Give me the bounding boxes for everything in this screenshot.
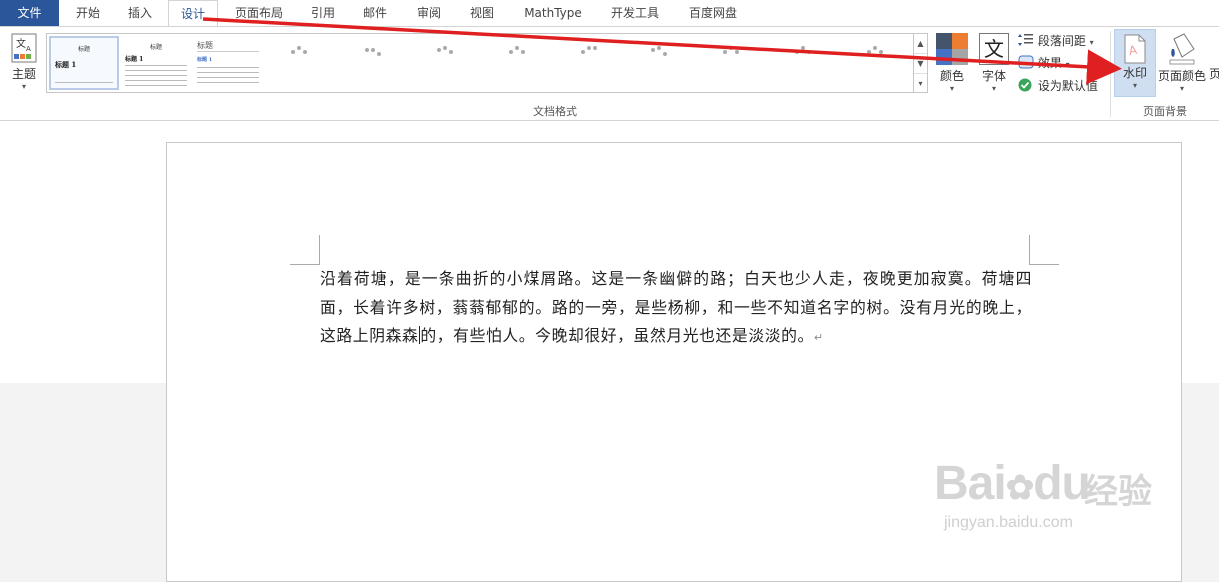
loading-dots-icon	[723, 46, 747, 56]
fonts-icon: 文	[979, 33, 1009, 65]
style-set-thumbnail[interactable]: 标题 标题 1	[193, 36, 263, 90]
loading-dots-icon	[437, 46, 461, 56]
effects-icon	[1018, 55, 1038, 70]
fonts-button[interactable]: 文 字体 ▾	[976, 31, 1012, 94]
group-label-document-format: 文档格式	[533, 105, 577, 118]
paragraph-spacing-button[interactable]: 段落间距 ▾	[1018, 32, 1094, 50]
tab-design[interactable]: 设计	[168, 0, 218, 27]
paragraph-spacing-label: 段落间距	[1037, 34, 1086, 48]
thumb-heading: 标题 1	[125, 56, 144, 63]
tab-page-layout[interactable]: 页面布局	[226, 0, 292, 26]
tab-file[interactable]: 文件	[0, 0, 59, 26]
paragraph-text: 的，有些怕人。今晚却很好，虽然月光也还是淡淡的。	[420, 326, 814, 346]
gallery-scroll-up-button[interactable]: ▲	[914, 34, 927, 54]
theme-label: 主题	[11, 67, 36, 81]
tab-mailings[interactable]: 邮件	[352, 0, 398, 26]
svg-text:A: A	[26, 45, 31, 53]
gallery-more-button[interactable]: ▾	[914, 74, 927, 93]
tab-developer[interactable]: 开发工具	[600, 0, 670, 26]
loading-dots-icon	[651, 46, 675, 56]
loading-dots-icon	[795, 46, 819, 56]
watermark-label: 水印	[1122, 66, 1147, 80]
gallery-scroll-down-button[interactable]: ▼	[914, 54, 927, 74]
watermark-domain: jingyan.baidu.com	[944, 514, 1073, 531]
style-set-gallery: 标题 标题 1 标题 标题 1 标题 标题 1 ▲ ▼ ▾	[46, 33, 928, 93]
chevron-down-icon: ▾	[1065, 60, 1070, 69]
thumb-heading: 标题 1	[197, 57, 213, 63]
loading-dots-icon	[509, 46, 533, 56]
thumb-text-line	[197, 77, 259, 78]
theme-icon: 文 A	[11, 33, 37, 63]
ribbon: 文 A 主题 ▾ 标题 标题 1 标题 标题 1 标题 标题 1 ▲ ▼ ▾ 文…	[0, 26, 1219, 121]
watermark-button[interactable]: A 水印 ▾	[1114, 29, 1156, 97]
chevron-down-icon: ▾	[1179, 84, 1184, 93]
chevron-down-icon: ▾	[949, 84, 954, 93]
tab-mathtype[interactable]: MathType	[515, 0, 591, 26]
tab-view[interactable]: 视图	[458, 0, 506, 26]
loading-dots-icon	[867, 46, 891, 56]
fonts-label: 字体	[981, 69, 1006, 83]
document-paragraph[interactable]: 沿着荷塘，是一条曲折的小煤屑路。这是一条幽僻的路；白天也少人走，夜晚更加寂寞。荷…	[320, 265, 1032, 353]
thumb-text-line	[55, 82, 113, 83]
tab-home[interactable]: 开始	[64, 0, 112, 26]
thumb-text-line	[125, 70, 187, 71]
theme-button[interactable]: 文 A 主题 ▾	[4, 31, 44, 92]
page-color-button[interactable]: 页面颜色 ▾	[1156, 31, 1208, 94]
loading-dots-icon	[291, 46, 315, 56]
tab-references[interactable]: 引用	[300, 0, 346, 26]
thumb-title: 标题	[197, 41, 213, 50]
effects-label: 效果	[1037, 56, 1062, 70]
tab-baidu-netdisk[interactable]: 百度网盘	[680, 0, 746, 26]
svg-text:文: 文	[16, 37, 26, 50]
watermark-icon: A	[1123, 34, 1147, 64]
thumb-rule	[197, 51, 259, 52]
page-color-label: 页面颜色	[1157, 69, 1206, 83]
watermark-brand-cn: 经验	[1084, 473, 1152, 511]
thumb-text-line	[125, 65, 187, 66]
effects-button[interactable]: 效果 ▾	[1018, 54, 1070, 72]
chevron-down-icon: ▾	[1089, 38, 1094, 47]
color-palette-icon	[936, 33, 968, 65]
colors-label: 颜色	[939, 69, 964, 83]
thumb-text-line	[125, 80, 187, 81]
set-as-default-label: 设为默认值	[1037, 79, 1098, 93]
group-divider	[1110, 31, 1111, 117]
thumb-title: 标题	[77, 46, 90, 53]
ribbon-tab-bar: 文件 开始 插入 设计 页面布局 引用 邮件 审阅 视图 MathType 开发…	[0, 0, 1219, 27]
style-set-thumbnail[interactable]: 标题 标题 1	[121, 36, 191, 90]
thumb-text-line	[197, 72, 259, 73]
margin-corner-mark	[1029, 235, 1059, 265]
gallery-scrollbar: ▲ ▼ ▾	[913, 34, 927, 92]
loading-dots-icon	[581, 46, 605, 56]
tab-review[interactable]: 审阅	[405, 0, 453, 26]
colors-button[interactable]: 颜色 ▾	[934, 31, 970, 94]
style-set-thumbnail[interactable]: 标题 标题 1	[49, 36, 119, 90]
chevron-down-icon: ▾	[1132, 81, 1137, 90]
page-borders-button[interactable]: 页	[1209, 65, 1219, 83]
checkmark-icon	[1018, 78, 1038, 93]
paragraph-mark: ↵	[813, 331, 824, 345]
thumb-text-line	[197, 67, 259, 68]
watermark-brand-latin: Bai✿du	[934, 457, 1091, 510]
thumb-title: 标题	[149, 44, 162, 51]
thumb-text-line	[197, 82, 259, 83]
tab-insert[interactable]: 插入	[116, 0, 164, 26]
chevron-down-icon: ▾	[21, 82, 26, 91]
thumb-heading: 标题 1	[55, 60, 77, 69]
group-label-page-background: 页面背景	[1143, 105, 1187, 118]
margin-corner-mark	[290, 235, 320, 265]
paragraph-spacing-icon	[1018, 34, 1038, 48]
set-as-default-button[interactable]: 设为默认值	[1018, 77, 1098, 95]
page-color-icon	[1168, 33, 1196, 65]
loading-dots-icon	[365, 46, 389, 56]
thumb-text-line	[125, 75, 187, 76]
thumb-text-line	[125, 85, 187, 86]
chevron-down-icon: ▾	[991, 84, 996, 93]
